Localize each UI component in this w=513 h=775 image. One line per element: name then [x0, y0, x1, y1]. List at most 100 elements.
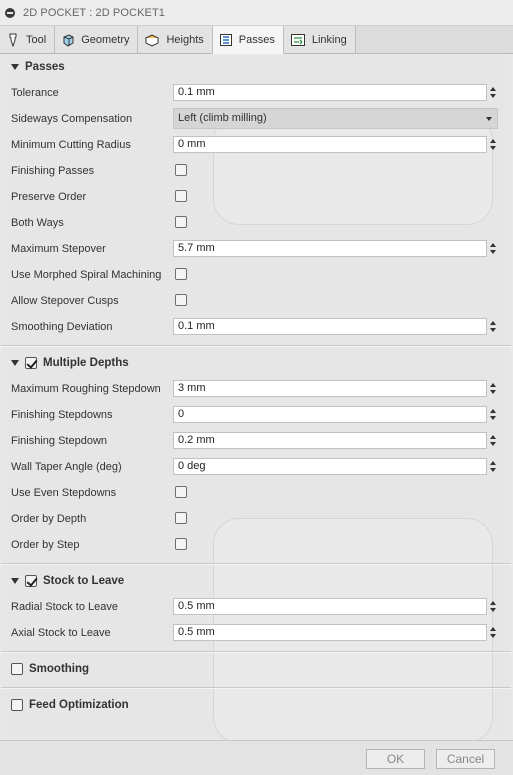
cancel-button[interactable]: Cancel — [436, 749, 495, 769]
smoothing-deviation-input[interactable]: 0.1 mm — [173, 318, 487, 335]
maximum-stepover-stepper[interactable] — [488, 240, 498, 257]
radial-stock-stepper[interactable] — [488, 598, 498, 615]
section-smoothing-header[interactable]: Smoothing — [1, 658, 511, 680]
spin-up-icon[interactable] — [490, 383, 496, 387]
section-passes-header[interactable]: Passes — [1, 56, 511, 78]
collapse-triangle-icon[interactable] — [11, 578, 19, 584]
field-label: Maximum Stepover — [11, 243, 106, 255]
axial-stock-input[interactable]: 0.5 mm — [173, 624, 487, 641]
feed-optimization-checkbox[interactable] — [11, 699, 23, 711]
section-feed-optimization-header[interactable]: Feed Optimization — [1, 694, 511, 716]
collapse-triangle-icon[interactable] — [11, 64, 19, 70]
geometry-icon — [63, 33, 74, 47]
row-preserve-order: Preserve Order — [1, 185, 511, 209]
order-by-depth-checkbox[interactable] — [175, 512, 187, 524]
multiple-depths-checkbox[interactable] — [25, 357, 37, 369]
tab-geometry[interactable]: Geometry — [55, 26, 139, 53]
row-smoothing-deviation: Smoothing Deviation 0.1 mm — [1, 315, 511, 339]
finishing-stepdown-input[interactable]: 0.2 mm — [173, 432, 487, 449]
tab-bar: Tool Geometry Heights Passes Linking — [0, 26, 513, 54]
wall-taper-angle-input[interactable]: 0 deg — [173, 458, 487, 475]
finishing-stepdowns-input[interactable]: 0 — [173, 406, 487, 423]
row-wall-taper-angle: Wall Taper Angle (deg) 0 deg — [1, 455, 511, 479]
spin-up-icon[interactable] — [490, 409, 496, 413]
spin-down-icon[interactable] — [490, 390, 496, 394]
tab-label: Tool — [26, 33, 47, 46]
field-label: Axial Stock to Leave — [11, 627, 111, 639]
tab-linking[interactable]: Linking — [283, 26, 356, 53]
section-title: Feed Optimization — [29, 699, 129, 711]
smoothing-checkbox[interactable] — [11, 663, 23, 675]
row-morphed-spiral: Use Morphed Spiral Machining — [1, 263, 511, 287]
field-label: Preserve Order — [11, 191, 87, 203]
collapse-triangle-icon[interactable] — [11, 360, 19, 366]
row-tolerance: Tolerance 0.1 mm — [1, 81, 511, 105]
spin-down-icon[interactable] — [490, 468, 496, 472]
maximum-stepover-input[interactable]: 5.7 mm — [173, 240, 487, 257]
tab-label: Passes — [238, 33, 275, 46]
axial-stock-stepper[interactable] — [488, 624, 498, 641]
min-cutting-radius-input[interactable]: 0 mm — [173, 136, 487, 153]
row-both-ways: Both Ways — [1, 211, 511, 235]
finishing-stepdown-stepper[interactable] — [488, 432, 498, 449]
tab-label: Linking — [311, 33, 347, 46]
row-axial-stock: Axial Stock to Leave 0.5 mm — [1, 621, 511, 645]
radial-stock-input[interactable]: 0.5 mm — [173, 598, 487, 615]
section-divider — [1, 345, 511, 347]
max-roughing-stepdown-input[interactable]: 3 mm — [173, 380, 487, 397]
tab-label: Heights — [166, 33, 204, 46]
spin-down-icon[interactable] — [490, 416, 496, 420]
spin-up-icon[interactable] — [490, 87, 496, 91]
spin-up-icon[interactable] — [490, 461, 496, 465]
min-cutting-radius-stepper[interactable] — [488, 136, 498, 153]
spin-down-icon[interactable] — [490, 94, 496, 98]
field-label: Both Ways — [11, 217, 64, 229]
wall-taper-angle-stepper[interactable] — [488, 458, 498, 475]
spin-down-icon[interactable] — [490, 146, 496, 150]
spin-down-icon[interactable] — [490, 328, 496, 332]
field-label: Minimum Cutting Radius — [11, 139, 131, 151]
finishing-passes-checkbox[interactable] — [175, 164, 187, 176]
tab-tool[interactable]: Tool — [0, 26, 56, 53]
collapse-icon[interactable] — [5, 7, 15, 18]
finishing-stepdowns-stepper[interactable] — [488, 406, 498, 423]
row-order-by-step: Order by Step — [1, 533, 511, 557]
section-stock-to-leave-header[interactable]: Stock to Leave — [1, 570, 511, 592]
spin-down-icon[interactable] — [490, 634, 496, 638]
morphed-spiral-checkbox[interactable] — [175, 268, 187, 280]
passes-icon — [219, 33, 232, 46]
section-multiple-depths-header[interactable]: Multiple Depths — [1, 352, 511, 374]
spin-up-icon[interactable] — [490, 601, 496, 605]
row-even-stepdowns: Use Even Stepdowns — [1, 481, 511, 505]
spin-down-icon[interactable] — [490, 250, 496, 254]
preserve-order-checkbox[interactable] — [175, 190, 187, 202]
field-label: Use Morphed Spiral Machining — [11, 269, 162, 281]
spin-up-icon[interactable] — [490, 435, 496, 439]
spin-down-icon[interactable] — [490, 442, 496, 446]
field-label: Sideways Compensation — [11, 113, 133, 125]
both-ways-checkbox[interactable] — [175, 216, 187, 228]
field-label: Radial Stock to Leave — [11, 601, 119, 613]
spin-up-icon[interactable] — [490, 243, 496, 247]
section-title: Smoothing — [29, 663, 90, 675]
sideways-compensation-select[interactable]: Left (climb milling) — [173, 108, 498, 129]
smoothing-deviation-stepper[interactable] — [488, 318, 498, 335]
order-by-step-checkbox[interactable] — [175, 538, 187, 550]
tolerance-input[interactable]: 0.1 mm — [173, 84, 487, 101]
stock-to-leave-checkbox[interactable] — [25, 575, 37, 587]
spin-up-icon[interactable] — [490, 139, 496, 143]
max-roughing-stepdown-stepper[interactable] — [488, 380, 498, 397]
field-label: Use Even Stepdowns — [11, 487, 117, 499]
tolerance-stepper[interactable] — [488, 84, 498, 101]
spin-up-icon[interactable] — [490, 321, 496, 325]
tab-heights[interactable]: Heights — [138, 26, 213, 53]
tab-passes[interactable]: Passes — [212, 26, 284, 54]
dialog-titlebar: 2D POCKET : 2D POCKET1 — [0, 0, 513, 26]
ok-button[interactable]: OK — [366, 749, 425, 769]
spin-up-icon[interactable] — [490, 627, 496, 631]
allow-stepover-cusps-checkbox[interactable] — [175, 294, 187, 306]
spin-down-icon[interactable] — [490, 608, 496, 612]
even-stepdowns-checkbox[interactable] — [175, 486, 187, 498]
section-title: Passes — [25, 61, 65, 73]
field-label: Tolerance — [11, 87, 59, 99]
